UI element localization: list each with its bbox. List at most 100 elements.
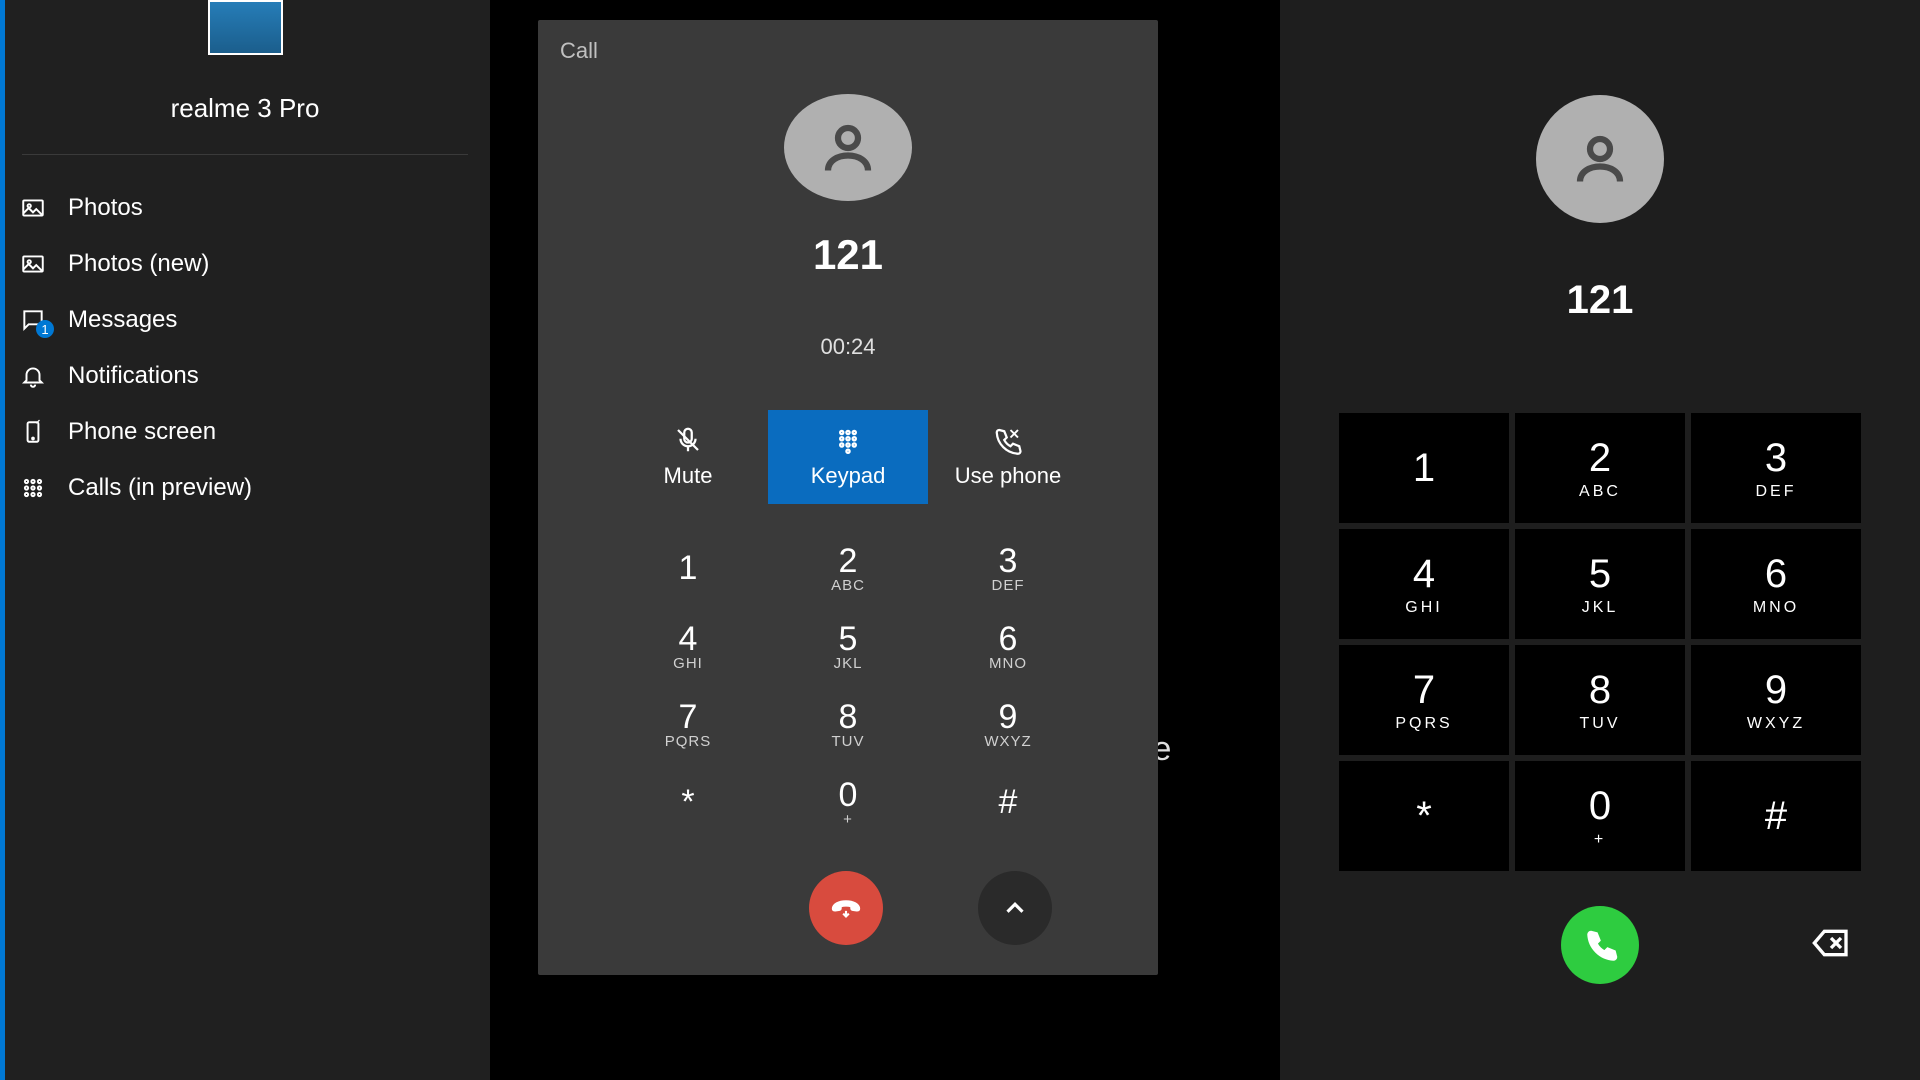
key-letters: + <box>1594 831 1606 849</box>
key-digit: 5 <box>1589 552 1611 597</box>
keypad-key-2[interactable]: 2ABC <box>768 529 928 607</box>
keypad-key-0[interactable]: 0+ <box>768 763 928 841</box>
keypad-key-0[interactable]: 0+ <box>1515 761 1685 871</box>
keypad-key-#[interactable]: # <box>1691 761 1861 871</box>
keypad-key-8[interactable]: 8 TUV <box>1515 645 1685 755</box>
key-letters: TUV <box>832 733 865 750</box>
keypad-key-*[interactable]: * <box>1339 761 1509 871</box>
keypad-key-4[interactable]: 4 GHI <box>1339 529 1509 639</box>
photo-icon <box>20 251 46 277</box>
key-digit: 7 <box>1413 668 1435 713</box>
dialpad-icon <box>20 475 46 501</box>
phone-screen-icon <box>20 419 46 445</box>
dialer-panel: 121 1 2 ABC 3 DEF 4 GHI 5 JKL 6MNO 7PQRS 8 TUV 9 WXYZ *… <box>1280 0 1920 1080</box>
call-bottom-row <box>809 871 1052 945</box>
dialer-number: 121 <box>1567 278 1634 323</box>
key-digit: * <box>681 783 694 822</box>
key-digit: 2 <box>1589 436 1611 481</box>
key-letters: WXYZ <box>984 733 1031 750</box>
key-letters: GHI <box>1405 599 1442 617</box>
key-digit: 4 <box>1413 552 1435 597</box>
use-phone-label: Use phone <box>955 463 1061 489</box>
keypad-key-1[interactable]: 1 <box>608 529 768 607</box>
keypad-key-#[interactable]: # <box>928 763 1088 841</box>
key-letters: TUV <box>1580 715 1621 733</box>
sidebar-item-label: Photos (new) <box>68 250 209 278</box>
dial-button[interactable] <box>1561 906 1639 984</box>
key-letters: JKL <box>834 655 863 672</box>
key-digit: 5 <box>839 620 858 659</box>
keypad-key-7[interactable]: 7PQRS <box>608 685 768 763</box>
key-digit: 9 <box>1765 668 1787 713</box>
key-digit: 2 <box>839 542 858 581</box>
dialer-keypad: 12ABC3DEF4GHI5JKL6MNO7PQRS8TUV9WXYZ*0+# <box>1339 413 1861 871</box>
key-digit: 1 <box>1413 446 1435 491</box>
key-letters: WXYZ <box>1747 715 1805 733</box>
keypad-key-5[interactable]: 5 JKL <box>1515 529 1685 639</box>
key-digit: # <box>1765 794 1787 839</box>
device-thumbnail[interactable] <box>208 0 283 55</box>
use-phone-button[interactable]: Use phone <box>928 410 1088 504</box>
key-letters: ABC <box>1579 483 1621 501</box>
keypad-key-4[interactable]: 4GHI <box>608 607 768 685</box>
key-digit: * <box>1416 794 1432 839</box>
sidebar-accent <box>0 0 5 1080</box>
sidebar-item-photos[interactable]: Photos <box>0 180 490 236</box>
key-letters: ABC <box>831 577 865 594</box>
backspace-button[interactable] <box>1811 923 1851 968</box>
key-digit: 8 <box>1589 668 1611 713</box>
keypad-key-7[interactable]: 7PQRS <box>1339 645 1509 755</box>
key-digit: 0 <box>839 776 858 815</box>
keypad-key-6[interactable]: 6MNO <box>928 607 1088 685</box>
keypad-button[interactable]: Keypad <box>768 410 928 504</box>
key-digit: # <box>999 783 1018 822</box>
in-call-keypad: 12ABC3DEF4GHI5JKL6MNO7PQRS8TUV9WXYZ*0+# <box>608 529 1088 841</box>
key-digit: 3 <box>1765 436 1787 481</box>
key-letters: PQRS <box>665 733 712 750</box>
sidebar-item-label: Messages <box>68 306 177 334</box>
sidebar-item-messages[interactable]: Messages 1 <box>0 292 490 348</box>
keypad-key-3[interactable]: 3 DEF <box>1691 413 1861 523</box>
key-digit: 3 <box>999 542 1018 581</box>
key-digit: 4 <box>679 620 698 659</box>
keypad-key-9[interactable]: 9 WXYZ <box>1691 645 1861 755</box>
mute-button[interactable]: Mute <box>608 410 768 504</box>
key-digit: 6 <box>1765 552 1787 597</box>
keypad-label: Keypad <box>811 463 886 489</box>
call-duration: 00:24 <box>820 334 875 360</box>
key-digit: 0 <box>1589 784 1611 829</box>
keypad-key-6[interactable]: 6MNO <box>1691 529 1861 639</box>
keypad-key-5[interactable]: 5JKL <box>768 607 928 685</box>
call-actions: Mute Keypad Use phone <box>608 410 1088 504</box>
key-letters: MNO <box>989 655 1027 672</box>
hangup-button[interactable] <box>809 871 883 945</box>
keypad-key-8[interactable]: 8TUV <box>768 685 928 763</box>
sidebar-item-phone-screen[interactable]: Phone screen <box>0 404 490 460</box>
divider <box>22 154 468 155</box>
sidebar-item-label: Notifications <box>68 362 199 390</box>
caller-avatar <box>784 94 912 201</box>
device-name: realme 3 Pro <box>0 93 490 124</box>
keypad-key-9[interactable]: 9WXYZ <box>928 685 1088 763</box>
key-digit: 9 <box>999 698 1018 737</box>
sidebar-item-notifications[interactable]: Notifications <box>0 348 490 404</box>
key-letters: GHI <box>673 655 703 672</box>
call-title: Call <box>560 38 598 64</box>
dialer-bottom-row <box>1339 906 1861 984</box>
sidebar-item-calls[interactable]: Calls (in preview) <box>0 460 490 516</box>
caller-number: 121 <box>813 231 883 279</box>
bell-icon <box>20 363 46 389</box>
sidebar-item-photos-new[interactable]: Photos (new) <box>0 236 490 292</box>
key-letters: DEF <box>1756 483 1797 501</box>
key-letters: JKL <box>1582 599 1619 617</box>
photo-icon <box>20 195 46 221</box>
keypad-key-3[interactable]: 3DEF <box>928 529 1088 607</box>
keypad-key-2[interactable]: 2 ABC <box>1515 413 1685 523</box>
key-digit: 8 <box>839 698 858 737</box>
keypad-key-*[interactable]: * <box>608 763 768 841</box>
keypad-key-1[interactable]: 1 <box>1339 413 1509 523</box>
key-digit: 7 <box>679 698 698 737</box>
mute-label: Mute <box>664 463 713 489</box>
key-digit: 6 <box>999 620 1018 659</box>
collapse-keypad-button[interactable] <box>978 871 1052 945</box>
